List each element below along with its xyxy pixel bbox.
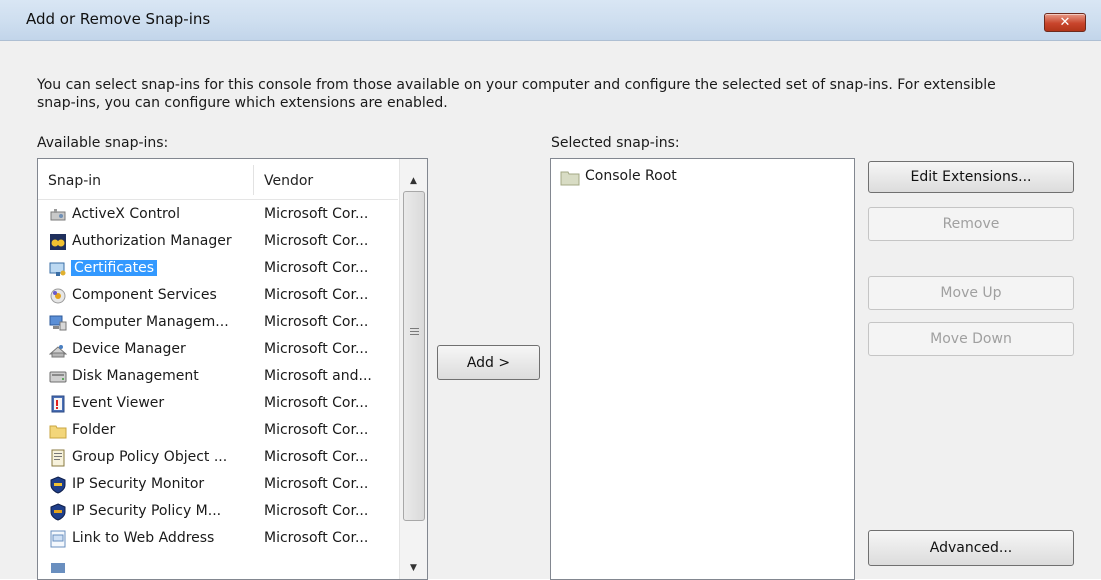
edit-extensions-button[interactable]: Edit Extensions...: [868, 161, 1074, 193]
list-item[interactable]: Link to Web Address Microsoft Cor...: [38, 526, 398, 553]
list-item[interactable]: Disk Management Microsoft and...: [38, 364, 398, 391]
certificates-icon: [49, 260, 67, 278]
snapin-name: Link to Web Address: [72, 530, 215, 546]
snapin-vendor: Microsoft Cor...: [264, 314, 369, 330]
snapin-name: IP Security Monitor: [72, 476, 205, 492]
link-web-address-icon: [49, 530, 67, 548]
disk-management-icon: [49, 368, 67, 386]
group-policy-icon: [49, 449, 67, 467]
add-button[interactable]: Add >: [437, 345, 540, 380]
snapin-name: IP Security Policy M...: [72, 503, 222, 519]
scroll-down-arrow-icon[interactable]: ▼: [400, 554, 427, 579]
folder-icon: [49, 422, 67, 440]
vertical-scrollbar[interactable]: ▲ ▼: [399, 159, 427, 579]
list-header: Snap-in Vendor: [38, 159, 398, 200]
available-snapins-label: Available snap-ins:: [37, 135, 169, 151]
snapin-name: Component Services: [72, 287, 217, 303]
snapin-name: Certificates: [71, 260, 158, 276]
snapin-vendor: Microsoft and...: [264, 368, 372, 384]
thumb-grip: [410, 334, 419, 335]
list-item[interactable]: Folder Microsoft Cor...: [38, 418, 398, 445]
list-item[interactable]: IP Security Monitor Microsoft Cor...: [38, 472, 398, 499]
column-header-vendor[interactable]: Vendor: [264, 173, 313, 189]
thumb-grip: [410, 328, 419, 329]
close-button[interactable]: ✕: [1044, 13, 1086, 32]
event-viewer-icon: [49, 395, 67, 413]
ip-security-policy-icon: [49, 503, 67, 521]
snapin-name: Computer Managem...: [72, 314, 229, 330]
list-item[interactable]: Component Services Microsoft Cor...: [38, 283, 398, 310]
tree-item-console-root[interactable]: Console Root: [551, 165, 851, 192]
snapin-name: Device Manager: [72, 341, 186, 357]
list-item-selected[interactable]: Certificates Microsoft Cor...: [38, 256, 398, 283]
snapin-vendor: Microsoft Cor...: [264, 422, 369, 438]
device-manager-icon: [48, 341, 68, 359]
snapin-vendor: Microsoft Cor...: [264, 503, 369, 519]
partial-row-icon: [49, 557, 67, 575]
snapin-vendor: Microsoft Cor...: [264, 476, 369, 492]
available-snapins-list[interactable]: Snap-in Vendor ActiveX Control Microsoft…: [37, 158, 428, 580]
snapin-name: Group Policy Object ...: [72, 449, 228, 465]
snapin-vendor: Microsoft Cor...: [264, 233, 369, 249]
computer-management-icon: [49, 314, 67, 332]
list-item[interactable]: Authorization Manager Microsoft Cor...: [38, 229, 398, 256]
list-item[interactable]: Event Viewer Microsoft Cor...: [38, 391, 398, 418]
list-item[interactable]: Group Policy Object ... Microsoft Cor...: [38, 445, 398, 472]
title-bar: Add or Remove Snap-ins ✕: [0, 0, 1101, 41]
intro-text: You can select snap-ins for this console…: [37, 77, 996, 111]
selected-snapins-label: Selected snap-ins:: [551, 135, 680, 151]
snapin-name: Authorization Manager: [72, 233, 232, 249]
snapin-vendor: Microsoft Cor...: [264, 395, 369, 411]
ip-security-monitor-icon: [49, 476, 67, 494]
snapin-vendor: Microsoft Cor...: [264, 341, 369, 357]
list-item-partial[interactable]: [38, 553, 398, 579]
snapin-name: Disk Management: [72, 368, 199, 384]
snapin-name: Event Viewer: [72, 395, 165, 411]
folder-icon: [560, 169, 580, 187]
window-title: Add or Remove Snap-ins: [26, 10, 211, 28]
column-header-snapin[interactable]: Snap-in: [48, 173, 101, 189]
list-item[interactable]: Device Manager Microsoft Cor...: [38, 337, 398, 364]
move-up-button[interactable]: Move Up: [868, 276, 1074, 310]
list-item[interactable]: IP Security Policy M... Microsoft Cor...: [38, 499, 398, 526]
list-item[interactable]: ActiveX Control Microsoft Cor...: [38, 202, 398, 229]
remove-button[interactable]: Remove: [868, 207, 1074, 241]
tree-item-label: Console Root: [585, 168, 677, 184]
snapin-vendor: Microsoft Cor...: [264, 287, 369, 303]
list-item[interactable]: Computer Managem... Microsoft Cor...: [38, 310, 398, 337]
snapin-vendor: Microsoft Cor...: [264, 530, 369, 546]
scroll-up-arrow-icon[interactable]: ▲: [400, 167, 427, 194]
snapin-vendor: Microsoft Cor...: [264, 260, 369, 276]
close-icon: ✕: [1059, 15, 1071, 30]
selected-snapins-list[interactable]: Console Root: [550, 158, 855, 580]
thumb-grip: [410, 331, 419, 332]
snapin-name: Folder: [72, 422, 116, 438]
column-divider[interactable]: [253, 165, 254, 195]
advanced-button[interactable]: Advanced...: [868, 530, 1074, 566]
snapin-vendor: Microsoft Cor...: [264, 206, 369, 222]
scrollbar-thumb[interactable]: [403, 191, 425, 521]
snapin-name: ActiveX Control: [72, 206, 180, 222]
authorization-manager-icon: [49, 233, 67, 251]
snapin-vendor: Microsoft Cor...: [264, 449, 369, 465]
activex-control-icon: [49, 206, 67, 224]
move-down-button[interactable]: Move Down: [868, 322, 1074, 356]
component-services-icon: [49, 287, 67, 305]
